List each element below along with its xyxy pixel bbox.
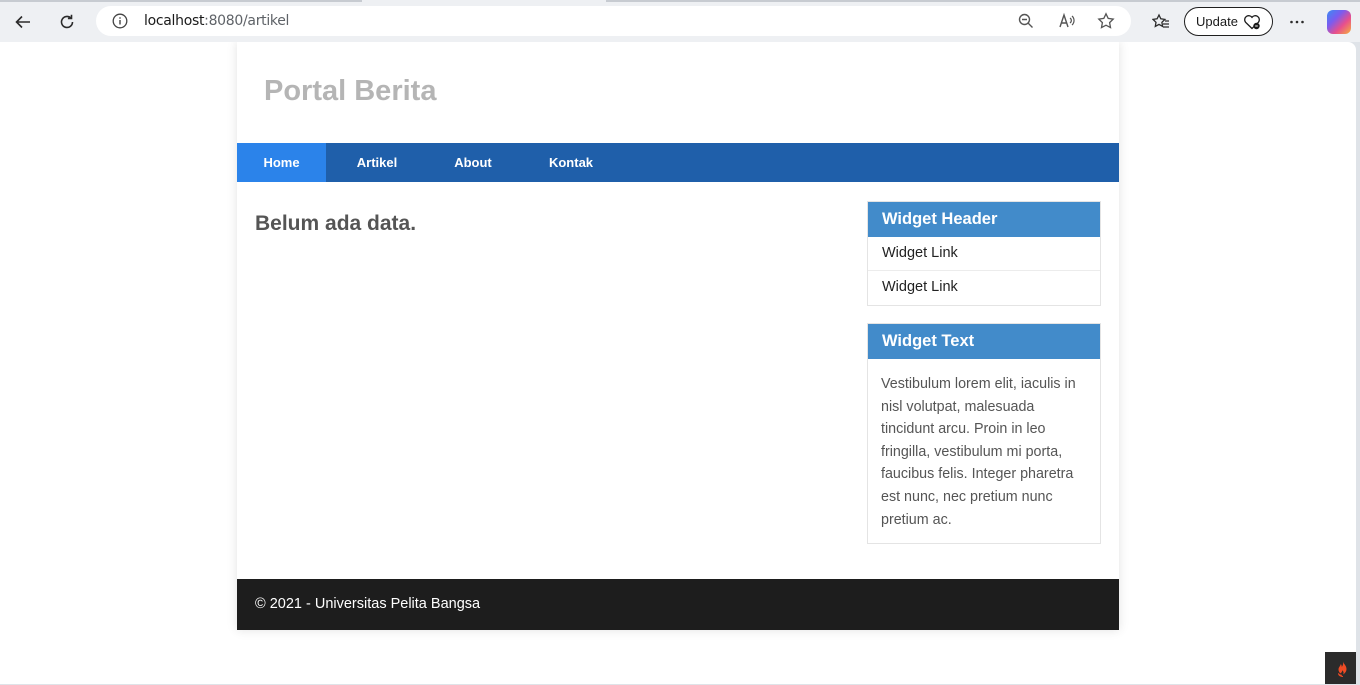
- nav-kontak[interactable]: Kontak: [518, 143, 624, 182]
- widget-link[interactable]: Widget Link: [868, 271, 1100, 305]
- page-container: Portal Berita Home Artikel About Kontak …: [237, 42, 1119, 630]
- widget-text-header: Widget Text: [868, 324, 1100, 359]
- address-bar[interactable]: localhost:8080/artikel: [96, 6, 1131, 36]
- heart-pulse-icon: [1244, 15, 1260, 30]
- more-options-icon[interactable]: [1282, 8, 1312, 36]
- widget-text: Widget Text Vestibulum lorem elit, iacul…: [867, 323, 1101, 545]
- url-text[interactable]: localhost:8080/artikel: [144, 13, 289, 29]
- favorites-icon[interactable]: [1146, 8, 1176, 36]
- widget-header: Widget Header: [868, 202, 1100, 237]
- read-aloud-icon[interactable]: [1058, 12, 1076, 30]
- site-footer: © 2021 - Universitas Pelita Bangsa: [237, 579, 1119, 630]
- codeigniter-debug-icon[interactable]: [1325, 652, 1356, 684]
- back-icon[interactable]: [8, 8, 38, 36]
- nav-home[interactable]: Home: [237, 143, 326, 182]
- reload-icon[interactable]: [52, 8, 82, 36]
- zoom-out-icon[interactable]: [1017, 12, 1035, 30]
- info-icon[interactable]: [112, 13, 128, 29]
- widget-link[interactable]: Widget Link: [868, 237, 1100, 271]
- main-nav: Home Artikel About Kontak: [237, 143, 1119, 182]
- page-viewport: Portal Berita Home Artikel About Kontak …: [0, 42, 1356, 684]
- favorite-star-icon[interactable]: [1097, 12, 1115, 30]
- nav-about[interactable]: About: [428, 143, 518, 182]
- widget-links: Widget Header Widget Link Widget Link: [867, 201, 1101, 306]
- nav-artikel[interactable]: Artikel: [326, 143, 428, 182]
- update-label: Update: [1196, 14, 1238, 29]
- site-title: Portal Berita: [264, 75, 437, 107]
- widget-text-body: Vestibulum lorem elit, iaculis in nisl v…: [881, 376, 1076, 528]
- update-button[interactable]: Update: [1184, 7, 1273, 36]
- copilot-icon[interactable]: [1327, 10, 1351, 34]
- empty-message: Belum ada data.: [255, 212, 417, 235]
- site-header: Portal Berita: [237, 42, 1119, 143]
- browser-toolbar: localhost:8080/artikel Update: [0, 0, 1360, 42]
